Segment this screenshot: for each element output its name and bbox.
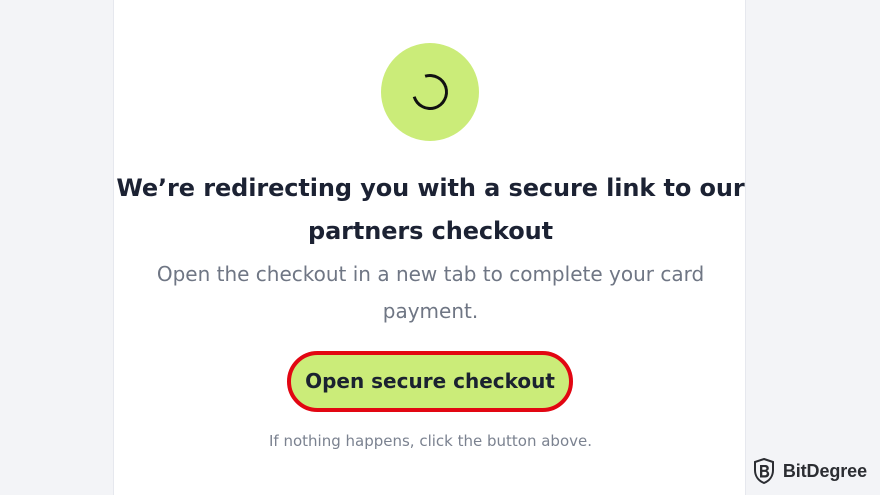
- redirect-heading: We’re redirecting you with a secure link…: [116, 174, 745, 245]
- bitdegree-logo-icon: [753, 458, 774, 484]
- redirect-card: We’re redirecting you with a secure link…: [113, 0, 746, 495]
- loading-indicator: [381, 43, 479, 141]
- brand-name: BitDegree: [782, 461, 867, 481]
- loading-spinner-icon: [405, 67, 455, 117]
- redirect-helper-text: If nothing happens, click the button abo…: [268, 432, 592, 450]
- checkout-button-label: Open secure checkout: [305, 369, 555, 393]
- redirect-description: Open the checkout in a new tab to comple…: [156, 262, 705, 323]
- open-secure-checkout-button[interactable]: Open secure checkout: [287, 351, 573, 412]
- page-background: We’re redirecting you with a secure link…: [0, 0, 880, 495]
- brand-watermark: BitDegree: [753, 458, 867, 484]
